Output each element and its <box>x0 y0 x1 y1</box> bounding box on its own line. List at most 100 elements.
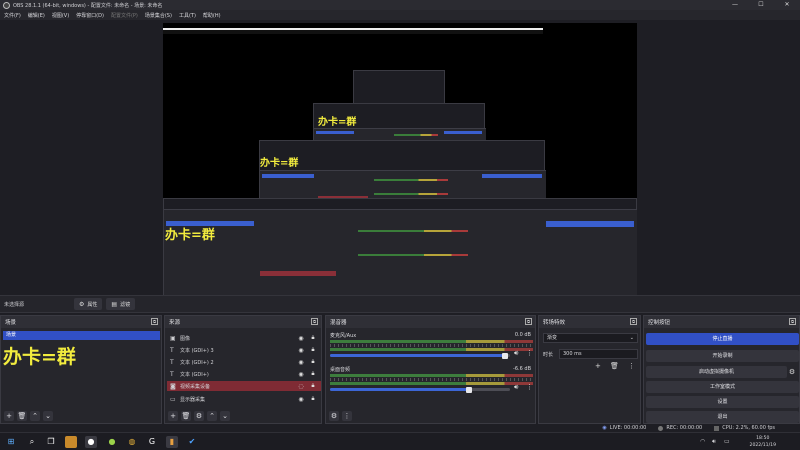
source-item-image[interactable]: ▣ 图像 ◉ 🔒︎ <box>167 333 321 343</box>
obs-taskbar-icon[interactable]: ● <box>85 436 97 448</box>
clock[interactable]: 18:50 2022/11/19 <box>750 435 776 449</box>
settings-button[interactable]: 设置 <box>646 396 799 408</box>
task-view-icon[interactable]: ❐ <box>45 436 57 448</box>
menu-edit[interactable]: 编辑(E) <box>28 12 45 19</box>
menu-view[interactable]: 视图(V) <box>52 12 69 19</box>
sources-toolbar: + 🗑 ⚙ ⌃ ⌄ <box>165 409 321 423</box>
scenes-dock: 场景 ⧉ 场景 办卡=群 + 🗑 ⌃ ⌄ <box>0 315 162 424</box>
source-item-text3[interactable]: T 文本 (GDI+) 3 ◉ 🔒︎ <box>167 345 321 355</box>
battery-tray-icon[interactable]: ▭ <box>724 438 730 445</box>
add-transition-button[interactable]: + <box>595 362 601 370</box>
lock-icon[interactable]: 🔒︎ <box>309 358 317 366</box>
window-controls: — ☐ ✕ <box>722 0 800 10</box>
visibility-icon[interactable]: ◉ <box>297 359 305 366</box>
lock-icon[interactable]: 🔒︎ <box>309 334 317 342</box>
transition-select-value: 渐变 <box>547 335 558 341</box>
duration-label: 时长 <box>543 352 554 358</box>
app-icon-blue[interactable]: ✔ <box>186 436 198 448</box>
desktop-menu-icon[interactable]: ⋮ <box>526 383 533 391</box>
transition-menu-button[interactable]: ⋮ <box>628 362 635 370</box>
nested-obs-window-main <box>163 198 637 308</box>
lock-icon[interactable]: 🔒︎ <box>309 370 317 378</box>
lock-icon[interactable]: 🔒︎ <box>309 346 317 354</box>
desktop-speaker-icon[interactable]: 🔊︎ <box>514 383 518 392</box>
preview-canvas[interactable]: 办卡=群 办卡=群 办卡=群 <box>163 23 637 308</box>
app-icon-g[interactable]: G <box>146 436 158 448</box>
app-icon-green[interactable]: ● <box>106 436 118 448</box>
source-properties-button[interactable]: ⚙ <box>194 411 204 421</box>
mic-volume-slider[interactable] <box>330 352 510 359</box>
add-scene-button[interactable]: + <box>4 411 14 421</box>
start-virtual-camera-button[interactable]: 启动虚拟摄像机 <box>646 366 787 378</box>
file-explorer-icon[interactable] <box>65 436 77 448</box>
move-up-button[interactable]: ⌃ <box>207 411 217 421</box>
mic-menu-icon[interactable]: ⋮ <box>526 349 533 357</box>
scenes-header: 场景 ⧉ <box>1 316 161 328</box>
visibility-hidden-icon[interactable]: ◌ <box>297 383 305 390</box>
scene-list-item[interactable]: 场景 <box>3 331 160 340</box>
filters-label: 滤镜 <box>120 301 131 308</box>
advanced-audio-button[interactable]: ⚙ <box>329 411 339 421</box>
chrome-icon[interactable]: ◍ <box>126 436 138 448</box>
menu-tools[interactable]: 工具(T) <box>179 12 196 19</box>
properties-button[interactable]: ⚙ 属性 <box>74 298 103 310</box>
controls-title: 控制按钮 <box>648 320 671 326</box>
exit-button[interactable]: 退出 <box>646 411 799 423</box>
visibility-icon[interactable]: ◉ <box>297 335 305 342</box>
app-icon-orange[interactable]: ▮ <box>166 436 178 448</box>
windows-taskbar: ⊞ ⌕ ❐ ● ● ◍ G ▮ ✔ ◠ 🔊︎ ▭ 18:50 2022/11/1… <box>0 432 800 450</box>
mixer-menu-button[interactable]: ⋮ <box>342 411 352 421</box>
move-down-button[interactable]: ⌄ <box>220 411 230 421</box>
gear-icon: ⚙ <box>79 300 85 308</box>
source-item-video-capture[interactable]: ◙ 视频采集设备 ◌ 🔒︎ <box>167 381 321 391</box>
undock-icon[interactable]: ⧉ <box>789 318 796 325</box>
maximize-button[interactable]: ☐ <box>748 0 774 10</box>
add-source-button[interactable]: + <box>168 411 178 421</box>
lock-icon[interactable]: 🔒︎ <box>309 395 317 403</box>
undock-icon[interactable]: ⧉ <box>630 318 637 325</box>
menu-help[interactable]: 帮助(H) <box>203 12 221 19</box>
filters-button[interactable]: ▤ 滤镜 <box>106 298 136 310</box>
menu-docks[interactable]: 停靠窗口(D) <box>76 12 104 19</box>
move-down-button[interactable]: ⌄ <box>43 411 53 421</box>
remove-source-button[interactable]: 🗑 <box>181 411 191 421</box>
visibility-icon[interactable]: ◉ <box>297 347 305 354</box>
minimize-button[interactable]: — <box>722 0 748 10</box>
search-icon[interactable]: ⌕ <box>26 436 38 448</box>
menu-file[interactable]: 文件(F) <box>4 12 21 19</box>
remove-scene-button[interactable]: 🗑 <box>17 411 27 421</box>
cpu-fps: CPU: 2.2%, 60.00 fps <box>722 425 775 431</box>
desktop-volume-knob[interactable] <box>466 386 472 393</box>
move-up-button[interactable]: ⌃ <box>30 411 40 421</box>
menu-scene-collection[interactable]: 场景集合(S) <box>145 12 172 19</box>
stop-streaming-button[interactable]: 停止直播 <box>646 333 799 345</box>
mic-volume-knob[interactable] <box>502 352 508 359</box>
visibility-icon[interactable]: ◉ <box>297 371 305 378</box>
source-item-text[interactable]: T 文本 (GDI+) ◉ 🔒︎ <box>167 369 321 379</box>
preview-area[interactable]: 办卡=群 办卡=群 办卡=群 <box>0 20 800 308</box>
lock-icon[interactable]: 🔒︎ <box>309 382 317 390</box>
close-button[interactable]: ✕ <box>774 0 800 10</box>
source-item-display-capture[interactable]: ▭ 显示器采集 ◉ 🔒︎ <box>167 394 321 404</box>
scene-transitions-dock: 转场特效 ⧉ 渐变 ⌄ 时长 300 ms + 🗑 ⋮ <box>538 315 641 424</box>
studio-mode-button[interactable]: 工作室模式 <box>646 381 799 393</box>
undock-icon[interactable]: ⧉ <box>525 318 532 325</box>
network-tray-icon[interactable]: ◠ <box>700 438 705 445</box>
undock-icon[interactable]: ⧉ <box>311 318 318 325</box>
undock-icon[interactable]: ⧉ <box>151 318 158 325</box>
remove-transition-button[interactable]: 🗑 <box>610 362 619 370</box>
duration-input[interactable]: 300 ms <box>559 349 638 359</box>
volume-tray-icon[interactable]: 🔊︎ <box>712 438 716 446</box>
obs-logo-icon <box>3 1 10 9</box>
record-icon <box>658 425 664 431</box>
virtual-camera-settings-icon[interactable]: ⚙ <box>787 366 797 378</box>
title-bar: OBS 28.1.1 (64-bit, windows) - 配置文件: 未命名… <box>0 0 800 10</box>
menu-profile[interactable]: 配置文件(P) <box>111 12 138 19</box>
transition-select[interactable]: 渐变 ⌄ <box>543 333 638 343</box>
source-item-text2[interactable]: T 文本 (GDI+) 2 ◉ 🔒︎ <box>167 357 321 367</box>
mic-speaker-icon[interactable]: 🔊︎ <box>514 349 518 358</box>
windows-start-icon[interactable]: ⊞ <box>5 436 17 448</box>
visibility-icon[interactable]: ◉ <box>297 396 305 403</box>
start-recording-button[interactable]: 开始录制 <box>646 350 799 362</box>
desktop-volume-slider[interactable] <box>330 386 510 393</box>
